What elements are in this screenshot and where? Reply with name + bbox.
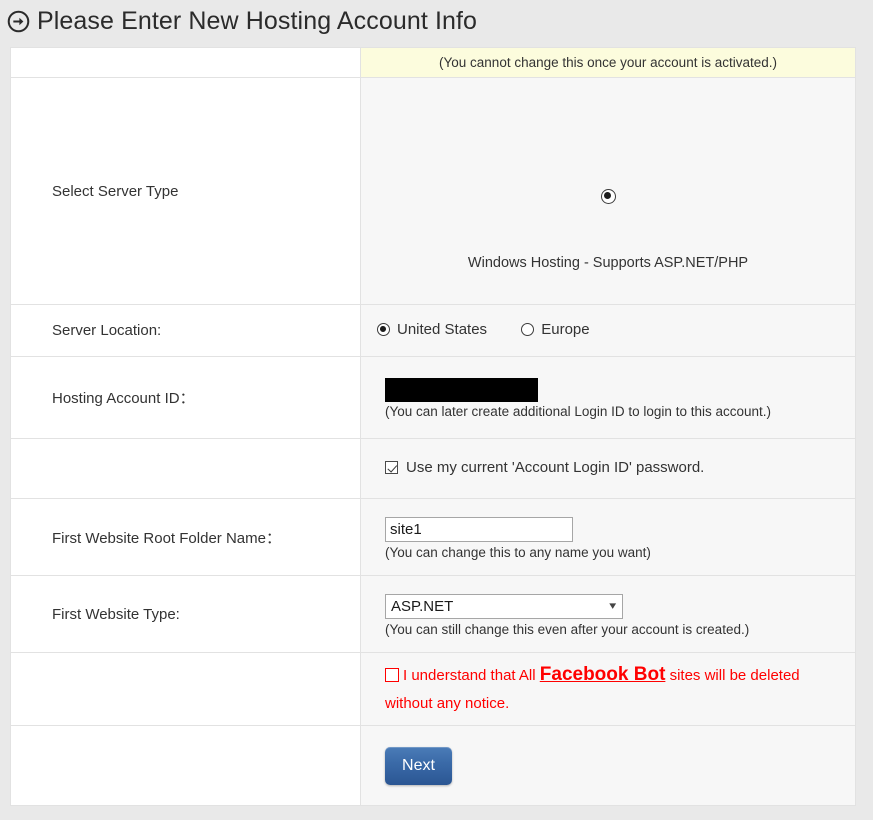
checkbox-use-current-password[interactable]	[385, 461, 398, 474]
label-server-type: Select Server Type	[10, 77, 361, 305]
checkbox-facebook-bot-acknowledge[interactable]	[385, 667, 399, 682]
radio-united-states[interactable]	[377, 323, 390, 336]
hosting-account-id-hint: (You can later create additional Login I…	[385, 404, 771, 419]
field-website-type: ASP.NET ▾ (You can still change this eve…	[360, 575, 856, 653]
radio-united-states-label: United States	[397, 321, 488, 338]
label-hosting-account-id: Hosting Account ID：	[10, 356, 361, 439]
field-facebook-bot-warning: I understand that All Facebook Bot sites…	[360, 652, 856, 726]
website-type-select[interactable]: ASP.NET ▾	[385, 593, 623, 619]
table-row-server-type: Select Server Type Windows Hosting - Sup…	[10, 77, 856, 305]
checkbox-use-current-password-label: Use my current 'Account Login ID' passwo…	[406, 459, 705, 476]
table-row-hosting-account-id: Hosting Account ID： (You can later creat…	[10, 356, 856, 439]
radio-option-united-states[interactable]: United States	[377, 321, 487, 338]
radio-option-europe[interactable]: Europe	[521, 321, 590, 338]
page-title: Please Enter New Hosting Account Info	[0, 0, 873, 38]
website-type-hint: (You can still change this even after yo…	[385, 621, 750, 637]
table-row-facebook-bot-warning: I understand that All Facebook Bot sites…	[10, 652, 856, 726]
field-server-location: United States Europe	[360, 304, 856, 357]
new-hosting-account-form: (You cannot change this once your accoun…	[10, 47, 856, 806]
root-folder-input[interactable]	[385, 516, 573, 542]
label-website-type: First Website Type:	[10, 575, 361, 653]
facebook-bot-warning-text: I understand that All Facebook Bot sites…	[385, 661, 815, 718]
root-folder-hint: (You can change this to any name you wan…	[385, 544, 651, 560]
page-title-text: Please Enter New Hosting Account Info	[37, 6, 478, 35]
radio-windows-hosting-label: Windows Hosting - Supports ASP.NET/PHP	[467, 255, 749, 271]
radio-windows-hosting[interactable]	[600, 189, 616, 204]
radio-europe-label: Europe	[541, 321, 590, 338]
chevron-down-icon: ▾	[609, 599, 617, 612]
table-row-server-location: Server Location: United States Europe	[10, 304, 856, 357]
notice-spacer-cell	[10, 47, 361, 78]
radio-europe[interactable]	[521, 323, 535, 336]
label-root-folder: First Website Root Folder Name：	[10, 498, 361, 576]
website-type-selected-value: ASP.NET	[391, 597, 454, 615]
field-hosting-account-id: (You can later create additional Login I…	[360, 356, 856, 439]
facebook-bot-warning-before: I understand that All	[403, 666, 536, 684]
table-row-website-type: First Website Type: ASP.NET ▾ (You can s…	[10, 575, 856, 653]
field-root-folder: (You can change this to any name you wan…	[360, 498, 856, 576]
arrow-circle-right-icon	[7, 10, 30, 32]
field-submit: Next	[360, 725, 856, 806]
hosting-account-id-input-redacted[interactable]	[385, 378, 538, 402]
notice-bar: (You cannot change this once your accoun…	[360, 47, 856, 78]
field-server-type: Windows Hosting - Supports ASP.NET/PHP	[360, 77, 856, 305]
table-row-submit: Next	[10, 725, 856, 806]
label-facebook-bot-warning	[10, 652, 361, 726]
field-use-current-password: Use my current 'Account Login ID' passwo…	[360, 438, 856, 499]
label-server-location: Server Location:	[10, 304, 361, 357]
table-row-notice: (You cannot change this once your accoun…	[10, 47, 856, 78]
table-row-root-folder: First Website Root Folder Name： (You can…	[10, 498, 856, 576]
checkbox-option-use-current-password[interactable]: Use my current 'Account Login ID' passwo…	[385, 459, 704, 476]
label-submit	[10, 725, 361, 806]
label-use-current-password	[10, 438, 361, 499]
next-button[interactable]: Next	[385, 746, 452, 785]
table-row-use-current-password: Use my current 'Account Login ID' passwo…	[10, 438, 856, 499]
facebook-bot-link[interactable]: Facebook Bot	[540, 664, 666, 685]
